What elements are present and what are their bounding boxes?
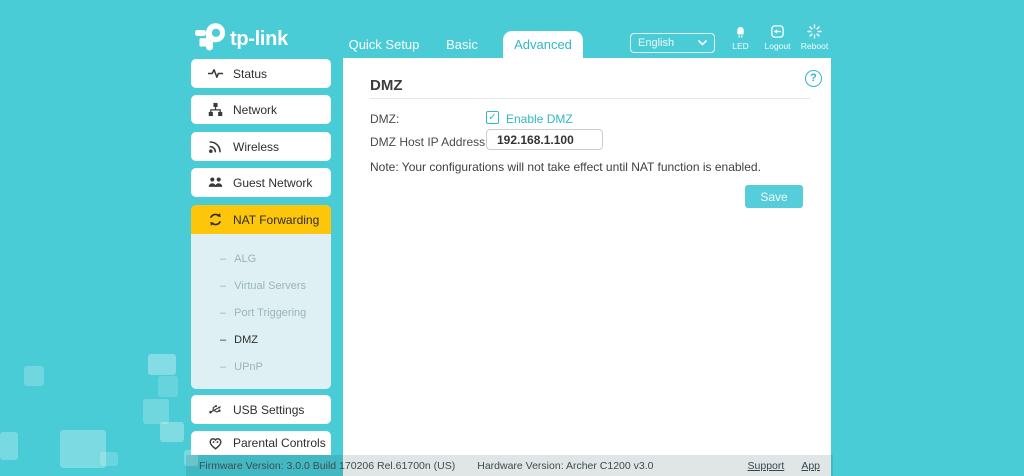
support-link[interactable]: Support: [748, 460, 785, 472]
dash-icon: –: [220, 252, 227, 265]
sidebar-item-label: Status: [233, 66, 268, 81]
footer: Firmware Version: 3.0.0 Build 170206 Rel…: [186, 455, 833, 476]
tab-basic[interactable]: Basic: [432, 31, 492, 58]
enable-dmz-label[interactable]: Enable DMZ: [506, 112, 573, 126]
usb-icon: [208, 402, 223, 417]
dash-icon: –: [220, 360, 227, 373]
help-icon[interactable]: ?: [805, 70, 822, 87]
footer-links: Support App: [748, 460, 820, 472]
sidebar-subitem-virtual-servers[interactable]: – Virtual Servers: [191, 272, 331, 299]
logout-button[interactable]: Logout: [759, 24, 796, 51]
bg-square: [160, 422, 184, 442]
sidebar-item-label: Guest Network: [233, 175, 313, 190]
reboot-button[interactable]: Reboot: [796, 24, 833, 51]
network-icon: [208, 102, 223, 117]
tab-quick-setup[interactable]: Quick Setup: [338, 31, 430, 58]
dash-icon: –: [220, 333, 227, 346]
led-icon: [733, 24, 748, 39]
brand-text: tp-link: [230, 28, 288, 50]
wireless-icon: [208, 139, 223, 154]
sidebar-item-label: Wireless: [233, 139, 280, 154]
language-value: English: [638, 37, 675, 49]
firmware-version: Firmware Version: 3.0.0 Build 170206 Rel…: [199, 459, 456, 472]
sidebar-item-label: USB Settings: [233, 402, 305, 417]
status-icon: [208, 66, 223, 81]
bg-square: [143, 399, 169, 424]
subitem-label: Port Triggering: [234, 306, 307, 319]
title-divider: [370, 98, 810, 99]
header-actions: LED Logout Reboot: [722, 24, 833, 51]
sidebar-item-status[interactable]: Status: [191, 59, 331, 88]
sidebar-item-wireless[interactable]: Wireless: [191, 132, 331, 161]
sidebar-item-nat-forwarding[interactable]: NAT Forwarding: [191, 205, 331, 234]
tp-link-logo-icon: [195, 22, 226, 53]
note-text: Note: Your configurations will not take …: [370, 160, 761, 174]
logout-label: Logout: [764, 41, 791, 51]
bg-square: [100, 452, 118, 466]
sidebar-subitem-port-triggering[interactable]: – Port Triggering: [191, 299, 331, 326]
dmz-host-ip-input[interactable]: [486, 129, 603, 150]
dmz-host-ip-label: DMZ Host IP Address:: [370, 135, 489, 149]
sidebar-item-parental-controls[interactable]: Parental Controls: [191, 431, 331, 455]
language-dropdown[interactable]: English: [630, 33, 715, 53]
page-title: DMZ: [370, 77, 403, 94]
enable-dmz-checkbox[interactable]: ✓: [486, 111, 499, 124]
sidebar-item-label: Network: [233, 102, 278, 117]
logout-icon: [770, 24, 785, 39]
guest-network-icon: [208, 175, 223, 190]
dmz-field-label: DMZ:: [370, 112, 400, 126]
subitem-label: Virtual Servers: [234, 279, 307, 292]
bg-square: [0, 432, 18, 460]
sidebar-item-label: Parental Controls: [233, 436, 326, 450]
bg-square: [24, 366, 44, 386]
reboot-label: Reboot: [800, 41, 829, 51]
save-button[interactable]: Save: [745, 185, 803, 208]
dash-icon: –: [220, 306, 227, 319]
led-label: LED: [732, 41, 749, 51]
nat-forwarding-submenu: – ALG – Virtual Servers – Port Triggerin…: [191, 234, 331, 389]
reboot-icon: [807, 24, 822, 39]
sidebar-item-label: NAT Forwarding: [233, 212, 320, 227]
subitem-label: ALG: [234, 252, 257, 265]
page: tp-link Quick Setup Basic Advanced Engli…: [0, 0, 1024, 476]
tab-advanced[interactable]: Advanced: [503, 31, 583, 58]
subitem-label: UPnP: [234, 360, 263, 373]
bg-square: [158, 376, 178, 397]
sidebar-item-usb-settings[interactable]: USB Settings: [191, 395, 331, 424]
sidebar-subitem-dmz[interactable]: – DMZ: [191, 326, 331, 353]
subitem-label: DMZ: [234, 333, 258, 346]
content-panel: ? DMZ DMZ: ✓ Enable DMZ DMZ Host IP Addr…: [343, 58, 831, 476]
dash-icon: –: [220, 279, 227, 292]
chevron-down-icon: [698, 40, 707, 46]
sidebar-item-network[interactable]: Network: [191, 95, 331, 124]
sidebar-item-guest-network[interactable]: Guest Network: [191, 168, 331, 197]
hardware-version: Hardware Version: Archer C1200 v3.0: [477, 459, 654, 472]
sidebar-subitem-alg[interactable]: – ALG: [191, 245, 331, 272]
bg-square: [148, 354, 176, 375]
app-link[interactable]: App: [801, 460, 820, 472]
sidebar-subitem-upnp[interactable]: – UPnP: [191, 353, 331, 380]
nat-forwarding-icon: [208, 212, 223, 227]
led-button[interactable]: LED: [722, 24, 759, 51]
parental-controls-icon: [208, 436, 223, 451]
